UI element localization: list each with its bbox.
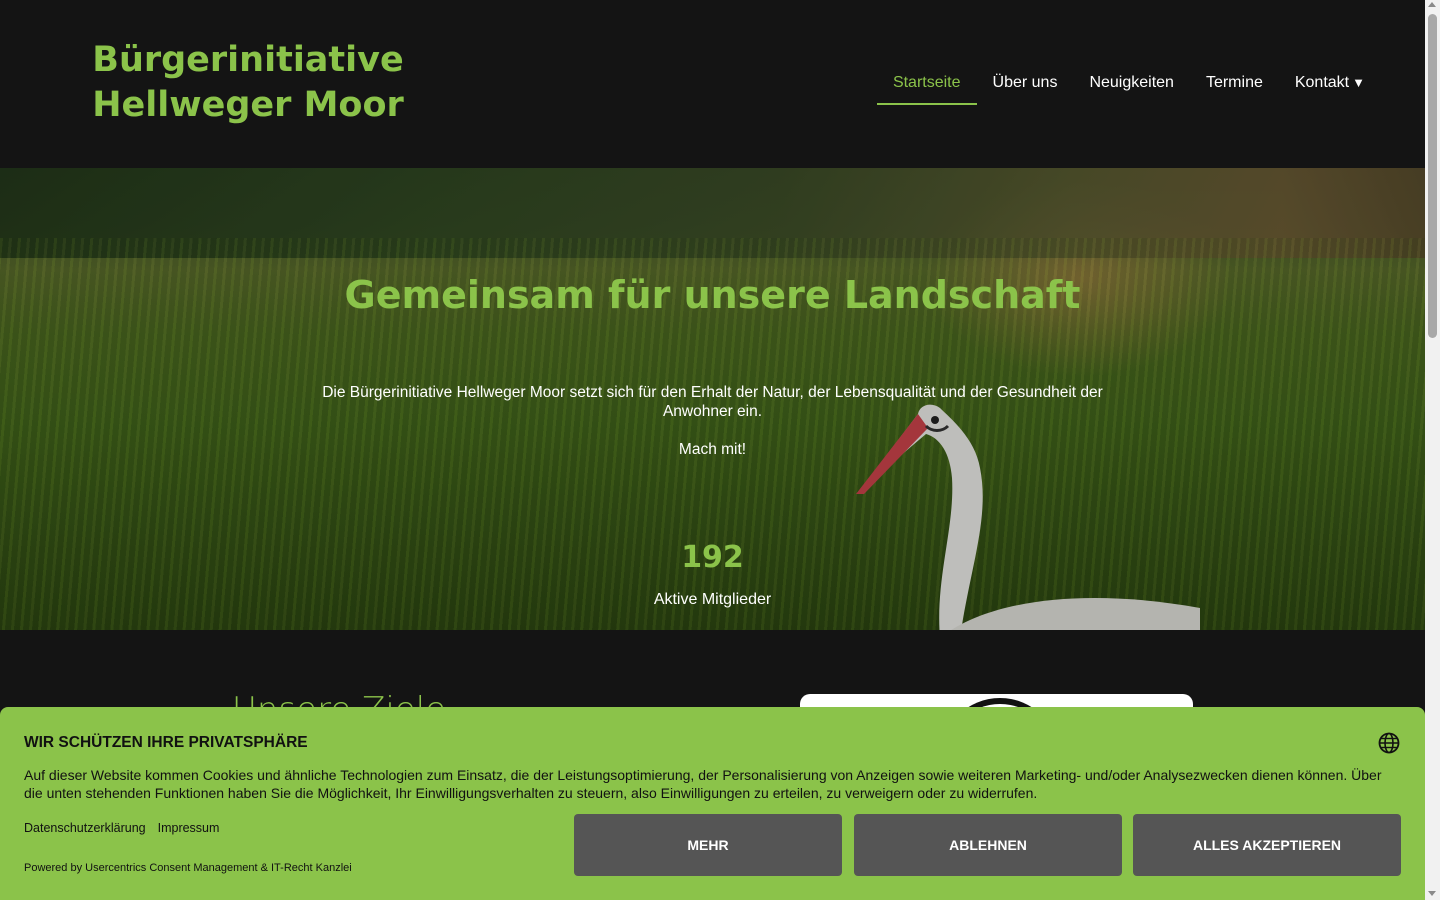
consent-text: Auf dieser Website kommen Cookies und äh… xyxy=(24,767,1382,801)
logo-line-2: Hellweger Moor xyxy=(92,85,404,125)
accept-all-button[interactable]: ALLES AKZEPTIEREN xyxy=(1133,814,1401,876)
caret-down-icon: ▼ xyxy=(1352,75,1365,90)
nav-item-neuigkeiten[interactable]: Neuigkeiten xyxy=(1073,64,1190,104)
cookie-consent-banner: WIR SCHÜTZEN IHRE PRIVATSPHÄRE Auf diese… xyxy=(0,707,1425,900)
hero-section: Gemeinsam für unsere Landschaft Die Bürg… xyxy=(0,168,1425,630)
nav-item-label: Neuigkeiten xyxy=(1089,74,1174,91)
scroll-down-icon[interactable] xyxy=(1428,891,1436,896)
main-nav: Startseite Über uns Neuigkeiten Termine … xyxy=(876,64,1381,105)
decline-button[interactable]: ABLEHNEN xyxy=(854,814,1122,876)
scroll-up-icon[interactable] xyxy=(1428,2,1436,7)
nav-item-ueber-uns[interactable]: Über uns xyxy=(977,64,1074,104)
site-header: Bürgerinitiative Hellweger Moor Startsei… xyxy=(0,0,1425,168)
consent-title: WIR SCHÜTZEN IHRE PRIVATSPHÄRE xyxy=(24,734,308,751)
privacy-policy-link[interactable]: Datenschutzerklärung xyxy=(24,821,146,835)
hero-title: Gemeinsam für unsere Landschaft xyxy=(344,273,1081,317)
nav-item-kontakt[interactable]: Kontakt ▼ xyxy=(1279,64,1381,104)
member-counter-value: 192 xyxy=(681,540,744,575)
scrollbar-thumb[interactable] xyxy=(1428,14,1437,338)
consent-links: Datenschutzerklärung Impressum xyxy=(24,821,219,835)
logo-line-1: Bürgerinitiative xyxy=(92,40,404,80)
powered-by-text: Powered by Usercentrics Consent Manageme… xyxy=(24,862,352,874)
nav-item-startseite[interactable]: Startseite xyxy=(876,64,977,105)
globe-icon[interactable] xyxy=(1378,732,1400,754)
hero-description: Die Bürgerinitiative Hellweger Moor setz… xyxy=(322,384,1103,420)
nav-item-termine[interactable]: Termine xyxy=(1190,64,1279,104)
page-scrollbar[interactable] xyxy=(1425,0,1440,900)
hero-call-to-action: Mach mit! xyxy=(678,441,747,458)
site-logo[interactable]: Bürgerinitiative Hellweger Moor xyxy=(90,38,406,128)
nav-item-label: Startseite xyxy=(892,74,961,91)
nav-item-label: Kontakt xyxy=(1294,74,1350,91)
imprint-link[interactable]: Impressum xyxy=(158,821,220,835)
more-button[interactable]: MEHR xyxy=(574,814,842,876)
nav-item-label: Über uns xyxy=(992,74,1058,91)
nav-item-label: Termine xyxy=(1205,74,1263,91)
member-counter-label: Aktive Mitglieder xyxy=(653,591,772,608)
